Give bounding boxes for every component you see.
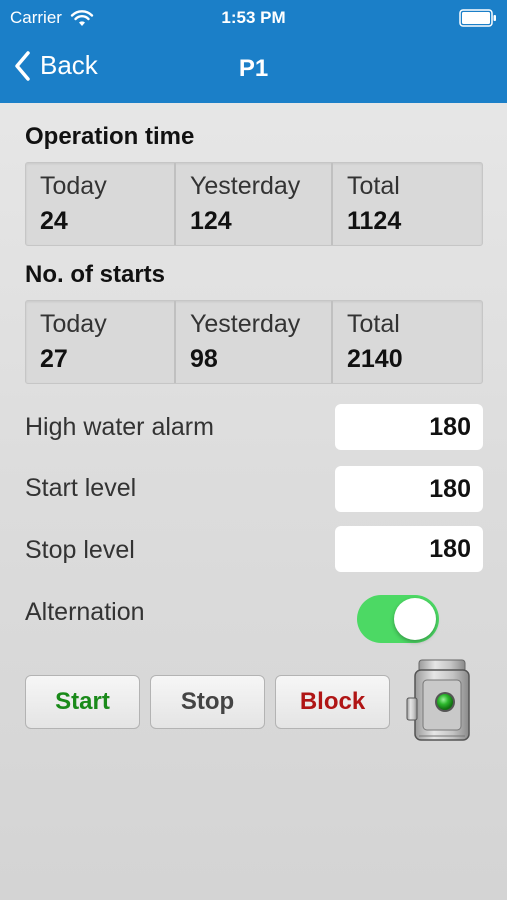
stop-button[interactable]: Stop: [150, 675, 265, 729]
stat-label: Today: [40, 310, 107, 338]
stat-value: 2140: [347, 345, 403, 373]
start-button[interactable]: Start: [25, 675, 140, 729]
navigation-bar: Back P1: [0, 36, 507, 103]
start-level-input[interactable]: [335, 466, 483, 512]
pump-status-icon: [406, 659, 470, 741]
stat-value: 24: [40, 207, 68, 235]
status-bar: Carrier 1:53 PM: [0, 0, 507, 36]
starts-table: Today 27 Yesterday 98 Total 2140: [25, 300, 483, 384]
block-button[interactable]: Block: [275, 675, 390, 729]
starts-total: Total 2140: [333, 301, 482, 383]
operation-time-title: Operation time: [25, 123, 195, 150]
stat-label: Total: [347, 172, 400, 200]
starts-yesterday: Yesterday 98: [176, 301, 333, 383]
stop-level-input[interactable]: [335, 526, 483, 572]
starts-title: No. of starts: [25, 261, 166, 288]
clock: 1:53 PM: [221, 8, 286, 27]
starts-today: Today 27: [26, 301, 176, 383]
battery-icon: [459, 9, 496, 27]
page-title: P1: [238, 55, 269, 82]
stat-value: 1124: [347, 207, 402, 235]
stat-label: Today: [40, 172, 107, 200]
alternation-label: Alternation: [25, 598, 145, 626]
stat-label: Yesterday: [190, 172, 301, 200]
stat-value: 124: [190, 207, 232, 235]
app-header: Carrier 1:53 PM Back P1: [0, 0, 507, 103]
start-level-label: Start level: [25, 474, 137, 502]
operation-time-total: Total 1124: [333, 163, 482, 245]
stat-value: 27: [40, 345, 68, 373]
operation-time-yesterday: Yesterday 124: [176, 163, 333, 245]
operation-time-table: Today 24 Yesterday 124 Total 1124: [25, 162, 483, 246]
high-water-alarm-label: High water alarm: [25, 413, 214, 441]
high-water-alarm-input[interactable]: [335, 404, 483, 450]
stop-level-label: Stop level: [25, 536, 135, 564]
alternation-toggle[interactable]: [357, 595, 439, 643]
stat-value: 98: [190, 345, 218, 373]
stat-label: Total: [347, 310, 400, 338]
stat-label: Yesterday: [190, 310, 301, 338]
toggle-knob: [394, 598, 436, 640]
operation-time-today: Today 24: [26, 163, 176, 245]
